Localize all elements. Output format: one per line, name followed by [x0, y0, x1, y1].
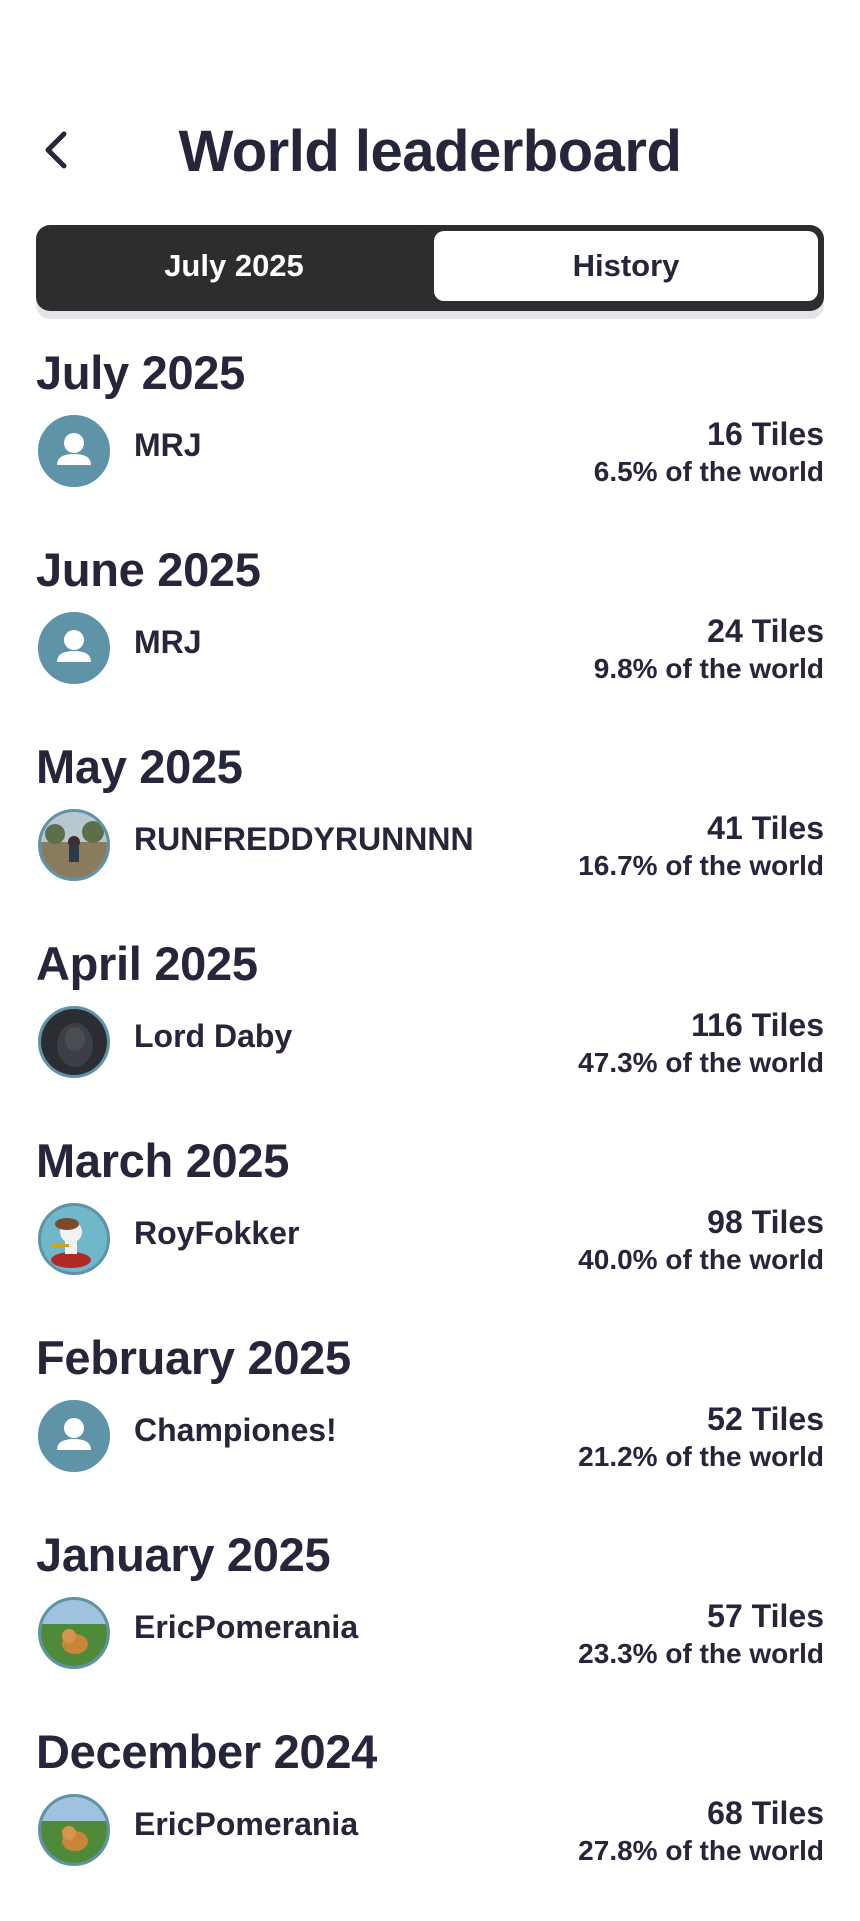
- tiles-count: 52 Tiles: [707, 1401, 824, 1437]
- tiles-count: 116 Tiles: [691, 1007, 824, 1043]
- username[interactable]: Lord Daby: [134, 1018, 292, 1055]
- tiles-count: 24 Tiles: [707, 613, 824, 649]
- tiles-count: 68 Tiles: [707, 1795, 824, 1831]
- world-percent: 9.8% of the world: [593, 653, 824, 684]
- username[interactable]: RoyFokker: [134, 1215, 299, 1252]
- stats: 57 Tiles 23.3% of the world: [578, 1597, 824, 1673]
- list-item: January 2025 EricPomerania 57 Tiles 23.3…: [36, 1527, 824, 1724]
- list-item: April 2025 Lord Daby 116 Tiles 47.3% of …: [36, 936, 824, 1133]
- avatar[interactable]: [38, 1794, 110, 1866]
- photo-avatar: [41, 1009, 107, 1075]
- list-item: December 2024 EricPomerania 68 Tiles 27.…: [36, 1724, 824, 1921]
- list-item: February 2025 Championes! 52 Tiles 21.2%…: [36, 1330, 824, 1527]
- default-user-icon: [41, 1403, 107, 1469]
- photo-avatar: [41, 812, 107, 878]
- world-percent: 47.3% of the world: [578, 1047, 824, 1078]
- world-percent: 16.7% of the world: [578, 850, 824, 881]
- month-heading: April 2025: [36, 937, 258, 990]
- avatar[interactable]: [38, 1006, 110, 1078]
- photo-avatar: [41, 1797, 107, 1863]
- month-heading: February 2025: [36, 1331, 351, 1384]
- list-item: July 2025 MRJ 16 Tiles 6.5% of the world: [36, 345, 824, 542]
- page-title: World leaderboard: [178, 119, 682, 184]
- default-user-icon: [41, 615, 107, 681]
- default-user-icon: [41, 418, 107, 484]
- month-heading: January 2025: [36, 1528, 331, 1581]
- username[interactable]: Championes!: [134, 1412, 337, 1449]
- username[interactable]: EricPomerania: [134, 1806, 358, 1843]
- list-item: June 2025 MRJ 24 Tiles 9.8% of the world: [36, 542, 824, 739]
- avatar[interactable]: [38, 1400, 110, 1472]
- stats: 98 Tiles 40.0% of the world: [578, 1203, 824, 1279]
- tiles-count: 41 Tiles: [707, 810, 824, 846]
- world-percent: 27.8% of the world: [578, 1835, 824, 1866]
- header: World leaderboard: [0, 112, 860, 192]
- month-heading: December 2024: [36, 1725, 378, 1778]
- photo-avatar: [41, 1600, 107, 1666]
- stats: 24 Tiles 9.8% of the world: [594, 612, 824, 688]
- month-heading: July 2025: [36, 346, 245, 399]
- list-item: May 2025 RUNFREDDYRUNNNN 41 Tiles 16.7% …: [36, 739, 824, 936]
- leaderboard-list: July 2025 MRJ 16 Tiles 6.5% of the world…: [36, 345, 824, 1921]
- avatar[interactable]: [38, 809, 110, 881]
- username[interactable]: EricPomerania: [134, 1609, 358, 1646]
- stats: 116 Tiles 47.3% of the world: [578, 1006, 824, 1082]
- tiles-count: 57 Tiles: [707, 1598, 824, 1634]
- tiles-count: 98 Tiles: [707, 1204, 824, 1240]
- month-heading: May 2025: [36, 740, 243, 793]
- avatar[interactable]: [38, 612, 110, 684]
- stats: 16 Tiles 6.5% of the world: [594, 415, 824, 491]
- avatar[interactable]: [38, 1597, 110, 1669]
- tab-history[interactable]: History: [434, 231, 818, 301]
- stats: 52 Tiles 21.2% of the world: [578, 1400, 824, 1476]
- world-percent: 21.2% of the world: [578, 1441, 824, 1472]
- tab-bar: July 2025 History: [36, 225, 824, 311]
- world-percent: 23.3% of the world: [578, 1638, 824, 1669]
- photo-avatar: [41, 1206, 107, 1272]
- month-heading: June 2025: [36, 543, 261, 596]
- tiles-count: 16 Tiles: [707, 416, 824, 452]
- username[interactable]: RUNFREDDYRUNNNN: [134, 821, 474, 858]
- month-heading: March 2025: [36, 1134, 290, 1187]
- stats: 41 Tiles 16.7% of the world: [578, 809, 824, 885]
- avatar[interactable]: [38, 415, 110, 487]
- stats: 68 Tiles 27.8% of the world: [578, 1794, 824, 1870]
- tab-current-month[interactable]: July 2025: [42, 231, 426, 301]
- world-percent: 6.5% of the world: [593, 456, 824, 487]
- avatar[interactable]: [38, 1203, 110, 1275]
- username[interactable]: MRJ: [134, 427, 202, 464]
- list-item: March 2025 RoyFokker 98 Tiles 40.0% of t…: [36, 1133, 824, 1330]
- username[interactable]: MRJ: [134, 624, 202, 661]
- world-percent: 40.0% of the world: [578, 1244, 824, 1275]
